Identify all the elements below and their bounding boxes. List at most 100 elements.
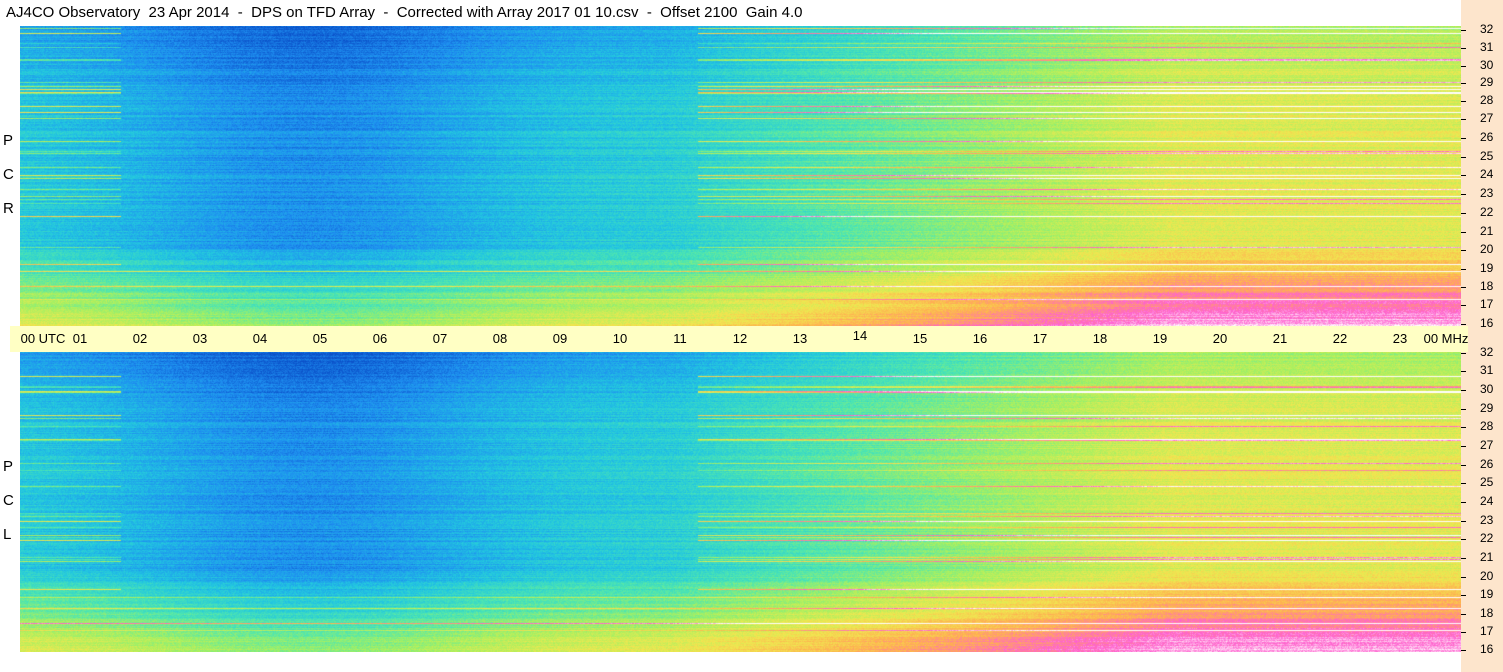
time-tick-label: 06: [372, 331, 388, 346]
frequency-tick-mark: [1461, 269, 1466, 270]
frequency-tick-mark: [1461, 30, 1466, 31]
frequency-tick-mark: [1461, 175, 1466, 176]
frequency-tick-mark: [1461, 446, 1466, 447]
frequency-tick-label: 24: [1480, 494, 1494, 508]
time-tick-label: 08: [492, 331, 508, 346]
time-tick-label: 13: [792, 331, 808, 346]
time-tick-label: 16: [972, 331, 988, 346]
time-tick-label: 04: [252, 331, 268, 346]
frequency-tick-label: 20: [1480, 242, 1494, 256]
time-tick-label: 00 MHz: [1423, 331, 1469, 346]
polarization-letter: P: [3, 132, 14, 149]
frequency-tick-mark: [1461, 119, 1466, 120]
frequency-tick-label: 30: [1480, 382, 1494, 396]
frequency-tick-mark: [1461, 650, 1466, 651]
time-tick-label: 21: [1272, 331, 1288, 346]
frequency-tick-label: 27: [1480, 438, 1494, 452]
frequency-tick-mark: [1461, 324, 1466, 325]
frequency-tick-label: 31: [1480, 363, 1494, 377]
time-tick-label: 23: [1392, 331, 1408, 346]
time-tick-label: 14: [852, 328, 868, 343]
frequency-tick-label: 24: [1480, 167, 1494, 181]
frequency-tick-mark: [1461, 353, 1466, 354]
frequency-tick-label: 21: [1480, 224, 1494, 238]
frequency-tick-label: 29: [1480, 401, 1494, 415]
frequency-tick-mark: [1461, 305, 1466, 306]
frequency-tick-mark: [1461, 465, 1466, 466]
frequency-tick-label: 26: [1480, 130, 1494, 144]
frequency-tick-label: 21: [1480, 550, 1494, 564]
time-tick-label: 10: [612, 331, 628, 346]
time-tick-label: 22: [1332, 331, 1348, 346]
frequency-tick-label: 29: [1480, 75, 1494, 89]
frequency-tick-mark: [1461, 427, 1466, 428]
time-tick-label: 05: [312, 331, 328, 346]
frequency-tick-label: 17: [1480, 297, 1494, 311]
time-tick-label: 09: [552, 331, 568, 346]
frequency-tick-label: 22: [1480, 531, 1494, 545]
lcp-panel-label: P C L: [0, 352, 20, 652]
time-tick-label: 01: [72, 331, 88, 346]
time-tick-label: 00 UTC: [20, 331, 66, 346]
time-tick-label: 18: [1092, 331, 1108, 346]
time-tick-label: 11: [673, 331, 687, 346]
frequency-tick-mark: [1461, 101, 1466, 102]
frequency-tick-mark: [1461, 194, 1466, 195]
frequency-tick-label: 19: [1480, 261, 1494, 275]
time-tick-label: 17: [1032, 331, 1048, 346]
frequency-tick-mark: [1461, 66, 1466, 67]
frequency-tick-mark: [1461, 250, 1466, 251]
polarization-letter: C: [3, 166, 14, 183]
frequency-tick-label: 23: [1480, 513, 1494, 527]
frequency-tick-mark: [1461, 595, 1466, 596]
frequency-tick-label: 32: [1480, 345, 1494, 359]
frequency-tick-mark: [1461, 48, 1466, 49]
frequency-tick-mark: [1461, 502, 1466, 503]
frequency-tick-mark: [1461, 371, 1466, 372]
frequency-tick-label: 19: [1480, 587, 1494, 601]
frequency-tick-label: 30: [1480, 58, 1494, 72]
rcp-spectrogram: [20, 26, 1461, 326]
frequency-tick-mark: [1461, 539, 1466, 540]
frequency-tick-label: 22: [1480, 205, 1494, 219]
frequency-tick-label: 25: [1480, 475, 1494, 489]
frequency-tick-label: 18: [1480, 606, 1494, 620]
frequency-tick-mark: [1461, 632, 1466, 633]
time-tick-label: 12: [732, 331, 748, 346]
polarization-letter: P: [3, 458, 14, 475]
frequency-tick-label: 27: [1480, 111, 1494, 125]
frequency-tick-label: 28: [1480, 419, 1494, 433]
lcp-spectrogram: [20, 352, 1461, 652]
frequency-tick-mark: [1461, 83, 1466, 84]
frequency-tick-label: 28: [1480, 93, 1494, 107]
polarization-letter: C: [3, 492, 14, 509]
frequency-tick-label: 23: [1480, 186, 1494, 200]
time-tick-label: 19: [1152, 331, 1168, 346]
frequency-tick-mark: [1461, 577, 1466, 578]
frequency-tick-label: 16: [1480, 316, 1494, 330]
time-tick-label: 03: [192, 331, 208, 346]
time-tick-label: 15: [912, 331, 928, 346]
frequency-tick-mark: [1461, 138, 1466, 139]
frequency-tick-label: 26: [1480, 457, 1494, 471]
frequency-tick-mark: [1461, 157, 1466, 158]
frequency-tick-mark: [1461, 614, 1466, 615]
frequency-tick-mark: [1461, 558, 1466, 559]
window-title: AJ4CO Observatory 23 Apr 2014 - DPS on T…: [6, 4, 803, 21]
time-tick-label: 07: [432, 331, 448, 346]
frequency-tick-mark: [1461, 213, 1466, 214]
frequency-tick-label: 16: [1480, 642, 1494, 656]
time-tick-label: 20: [1212, 331, 1228, 346]
frequency-tick-label: 25: [1480, 149, 1494, 163]
frequency-tick-mark: [1461, 390, 1466, 391]
frequency-tick-label: 20: [1480, 569, 1494, 583]
utc-time-axis: 00 UTC 01 02 03 04 05 06 07 08 09 10 11 …: [10, 326, 1468, 352]
frequency-tick-label: 31: [1480, 40, 1494, 54]
time-tick-label: 02: [132, 331, 148, 346]
frequency-tick-label: 17: [1480, 624, 1494, 638]
polarization-letter: L: [3, 526, 12, 543]
polarization-letter: R: [3, 200, 14, 217]
frequency-tick-mark: [1461, 521, 1466, 522]
frequency-tick-mark: [1461, 232, 1466, 233]
frequency-tick-label: 32: [1480, 22, 1494, 36]
